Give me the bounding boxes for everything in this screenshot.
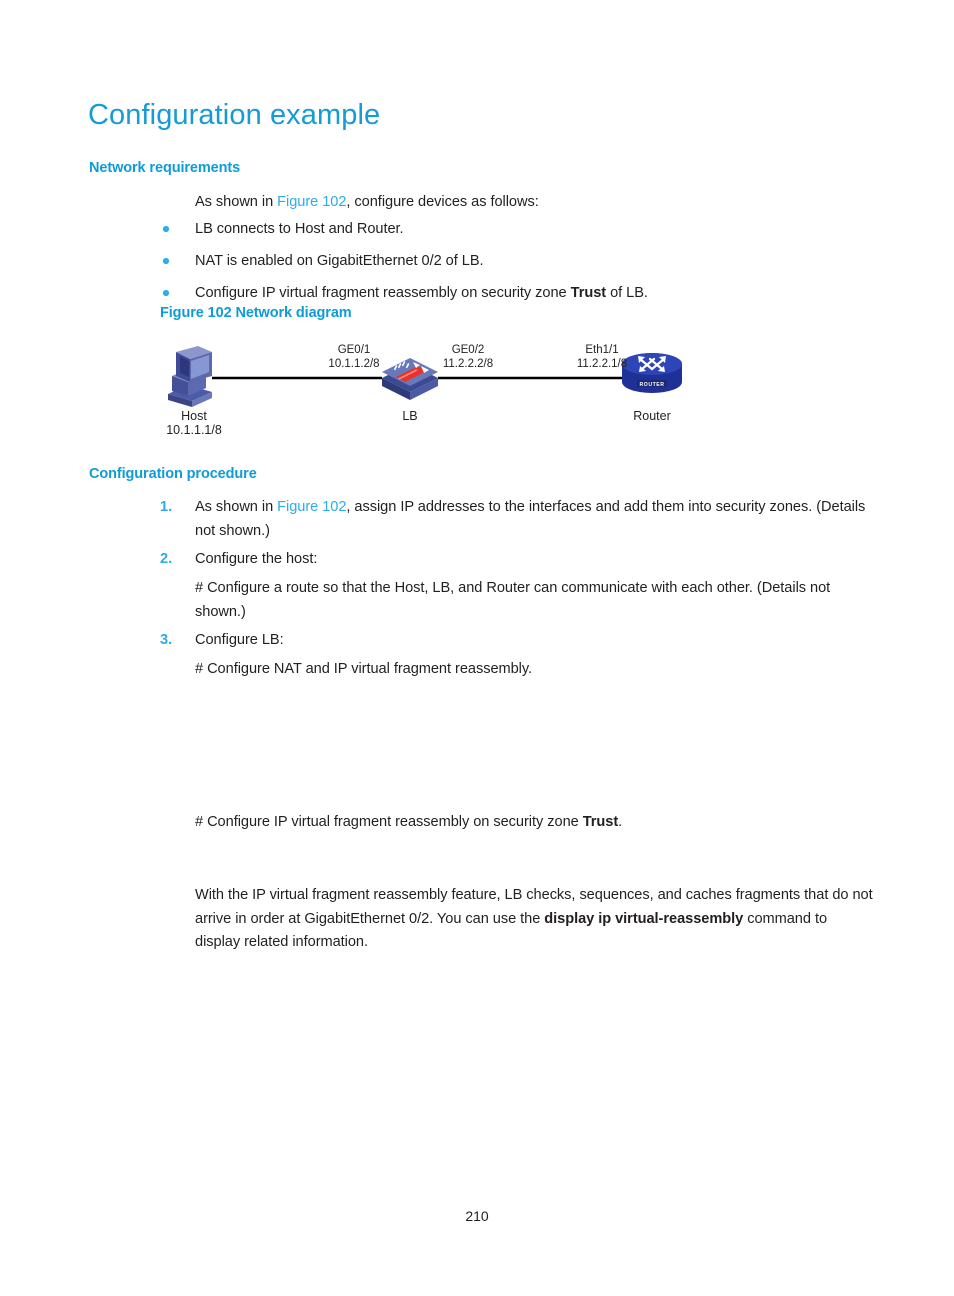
list-item: Configure IP virtual fragment reassembly…: [163, 282, 873, 306]
step-number: 1.: [160, 499, 173, 515]
node-sublabel-host-ip: 10.1.1.1/8: [166, 423, 222, 436]
page-title: Configuration example: [88, 99, 381, 131]
bullet-point-icon: [163, 218, 195, 232]
node-label-host: Host: [181, 409, 207, 423]
network-diagram-svg: Host 10.1.1.1/8 LB ROUTER Router GE0/1 1…: [166, 344, 682, 436]
interface-address-ge0-1: 10.1.1.2/8: [328, 358, 379, 370]
section-heading-configuration-procedure: Configuration procedure: [89, 466, 257, 482]
desktop-computer-icon: [168, 346, 212, 407]
closing-paragraph: With the IP virtual fragment reassembly …: [195, 884, 873, 955]
section-heading-network-requirements: Network requirements: [89, 160, 241, 176]
list-item: 3. Configure LB:: [160, 629, 875, 653]
command-name-emphasis: display ip virtual-reassembly: [544, 910, 744, 927]
load-balancer-switch-icon: [382, 358, 438, 400]
router-icon: ROUTER: [622, 353, 682, 393]
interface-name-eth1-1: Eth1/1: [585, 344, 618, 356]
page-number: 210: [465, 1208, 489, 1224]
bullet-text-emphasis: Trust: [570, 285, 607, 302]
list-item: NAT is enabled on GigabitEthernet 0/2 of…: [163, 250, 873, 274]
bullet-point-icon: [163, 282, 195, 296]
bullet-text: NAT is enabled on GigabitEthernet 0/2 of…: [195, 253, 484, 270]
interface-name-ge0-2: GE0/2: [452, 344, 485, 356]
figure-reference-link[interactable]: Figure 102: [277, 194, 346, 210]
zone-line-pre: # Configure IP virtual fragment reassemb…: [195, 814, 583, 830]
step-text: Configure LB:: [195, 632, 284, 649]
bullet-text: LB connects to Host and Router.: [195, 221, 404, 237]
router-badge-label: ROUTER: [640, 382, 665, 388]
document-page: Configuration example Network requiremen…: [0, 0, 954, 1296]
figure-caption: Figure 102 Network diagram: [160, 305, 352, 321]
step-sub-text: # Configure NAT and IP virtual fragment …: [195, 660, 533, 677]
step-number: 2.: [160, 551, 173, 568]
bullet-text-post: of LB.: [606, 285, 648, 302]
node-label-router: Router: [633, 409, 671, 423]
zone-line-post: .: [618, 814, 623, 830]
bullet-text: Configure IP virtual fragment reassembly…: [195, 282, 873, 306]
figure-reference-link[interactable]: Figure 102: [277, 499, 346, 515]
security-zone-config-line: # Configure IP virtual fragment reassemb…: [195, 811, 873, 835]
bullet-text-pre: Configure IP virtual fragment reassembly…: [195, 285, 571, 302]
node-label-lb: LB: [402, 409, 417, 423]
interface-address-ge0-2: 11.2.2.2/8: [443, 358, 493, 370]
step-text: As shown in Figure 102, assign IP addres…: [195, 496, 875, 543]
list-item: LB connects to Host and Router.: [163, 218, 873, 242]
intro-suffix: , configure devices as follows:: [346, 194, 539, 210]
step-text-pre: As shown in: [195, 499, 278, 515]
step-text: Configure the host:: [195, 551, 318, 568]
zone-line-emphasis: Trust: [582, 814, 619, 830]
network-requirements-bullet-list: LB connects to Host and Router. NAT is e…: [163, 218, 873, 314]
list-item: 2. Configure the host:: [160, 548, 875, 572]
step-sub-text: # Configure a route so that the Host, LB…: [195, 579, 831, 620]
network-diagram: Host 10.1.1.1/8 LB ROUTER Router GE0/1 1…: [150, 336, 710, 436]
interface-address-eth1-1: 11.2.2.1/8: [577, 358, 627, 370]
interface-name-ge0-1: GE0/1: [338, 344, 371, 356]
list-item: 1. As shown in Figure 102, assign IP add…: [160, 496, 875, 543]
intro-prefix: As shown in: [195, 194, 278, 210]
step-number: 3.: [160, 632, 173, 649]
network-requirements-intro: As shown in Figure 102, configure device…: [195, 191, 875, 215]
bullet-point-icon: [163, 250, 195, 264]
configuration-procedure-list: 1. As shown in Figure 102, assign IP add…: [160, 496, 875, 686]
